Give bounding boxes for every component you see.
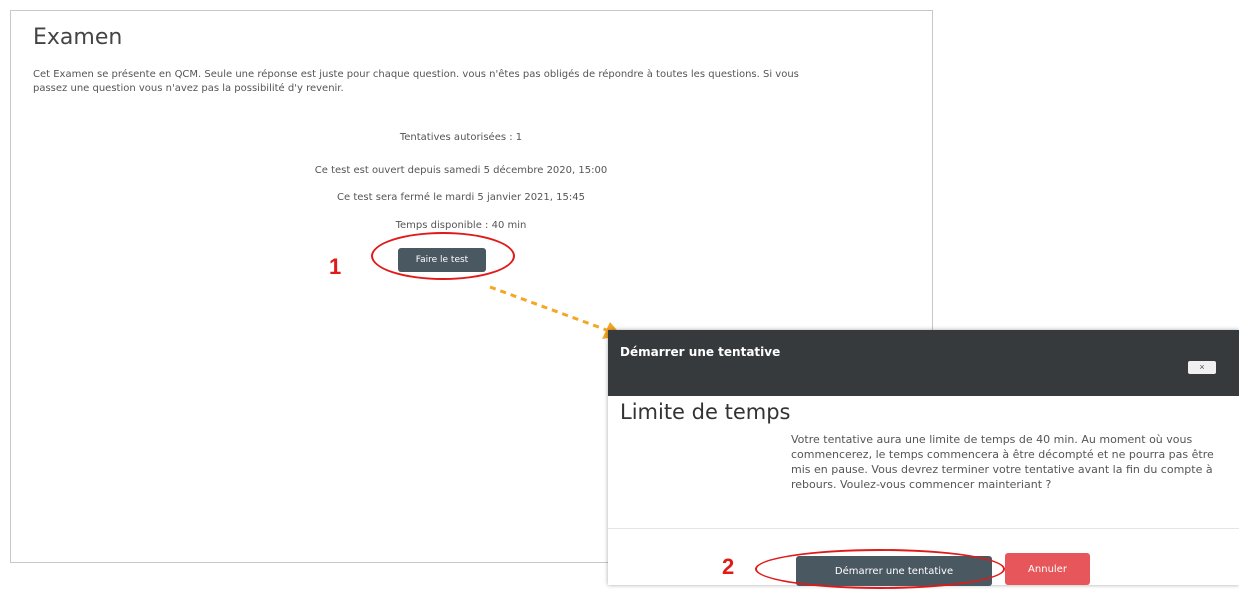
- cancel-button[interactable]: Annuler: [1005, 553, 1090, 585]
- time-limit-message: Votre tentative aura une limite de temps…: [791, 433, 1214, 491]
- close-button[interactable]: ×: [1188, 361, 1216, 374]
- step2-number: 2: [722, 554, 735, 579]
- time-limit-heading: Limite de temps: [620, 400, 791, 424]
- modal-header: Démarrer une tentative ×: [608, 330, 1239, 396]
- modal-divider: [608, 528, 1239, 529]
- start-attempt-modal: Démarrer une tentative × Limite de temps…: [608, 330, 1239, 586]
- modal-title: Démarrer une tentative: [620, 345, 781, 359]
- step2-highlight-ellipse: [755, 549, 1005, 589]
